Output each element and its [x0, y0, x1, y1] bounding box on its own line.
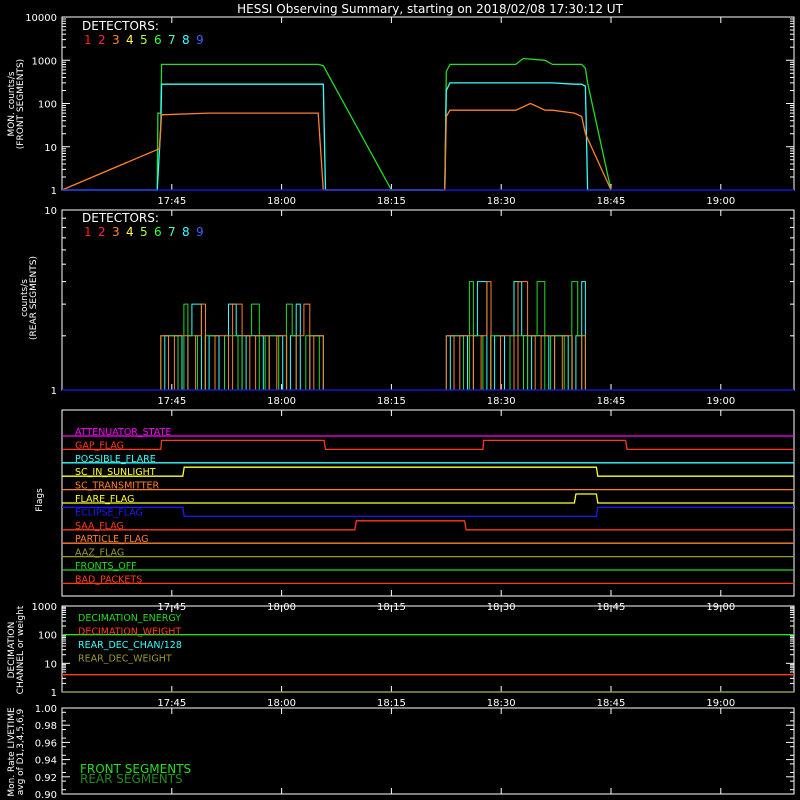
livetime-panel: Mon. Rate LIVETIME avg of D1,3,4,5,6,9 0…: [7, 704, 795, 800]
y-tick-label: 10000: [25, 13, 57, 24]
detector-digit: 6: [154, 225, 162, 239]
flag-trace: [62, 466, 794, 477]
x-tick-label: 18:15: [377, 396, 406, 407]
y-tick-label: 10: [44, 143, 57, 154]
detector-digit: 4: [126, 33, 134, 47]
decimation-legend-item: REAR_DEC_WEIGHT: [78, 654, 172, 665]
flag-trace: [62, 493, 794, 504]
detector-digit: 7: [168, 33, 176, 47]
detector-digit: 5: [140, 33, 148, 47]
y-tick-label: 1: [51, 688, 57, 699]
detector-digit: 3: [112, 225, 120, 239]
y-tick-label: 1: [51, 186, 57, 197]
x-tick-label: 18:45: [597, 396, 626, 407]
y-tick-label: 10: [44, 206, 57, 217]
y-tick-label: 0.90: [35, 790, 57, 800]
flag-trace: [62, 439, 794, 451]
y-tick-label: 0.92: [35, 773, 57, 784]
detector-digit: 5: [140, 225, 148, 239]
front-detector-legend: 123456789: [84, 33, 204, 47]
x-tick-label: 18:00: [267, 396, 296, 407]
front-series-green: [62, 57, 612, 191]
hessi-summary-figure: HESSI Observing Summary, starting on 201…: [7, 2, 795, 800]
x-tick-label: 18:30: [487, 196, 516, 207]
decimation-legend-item: REAR_DEC_CHAN/128: [78, 640, 182, 651]
y-tick-label: 100: [38, 631, 57, 642]
detector-digit: 8: [182, 33, 190, 47]
x-tick-label: 18:45: [597, 196, 626, 207]
figure-title: HESSI Observing Summary, starting on 201…: [237, 2, 623, 16]
y-tick-label: 0.96: [35, 738, 57, 749]
livetime-ylabel2: avg of D1,3,4,5,6,9: [16, 708, 26, 795]
x-tick-label: 17:45: [157, 196, 186, 207]
front-series-orange: [61, 102, 612, 191]
front-ylabel2: (FRONT SEGMENTS): [16, 59, 26, 149]
decimation-legend-item: DECIMATION_ENERGY: [78, 613, 181, 624]
detector-digit: 9: [196, 225, 204, 239]
livetime-legend-item: REAR SEGMENTS: [80, 772, 183, 786]
x-tick-label: 19:00: [706, 396, 735, 407]
detector-digit: 4: [126, 225, 134, 239]
rear-legend-title: DETECTORS:: [82, 211, 159, 225]
y-tick-label: 10: [44, 659, 57, 670]
x-tick-label: 17:45: [157, 698, 186, 709]
detector-digit: 6: [154, 33, 162, 47]
x-tick-label: 18:00: [267, 698, 296, 709]
detector-digit: 3: [112, 33, 120, 47]
front-series-cyan: [62, 82, 611, 191]
detector-digit: 1: [84, 33, 92, 47]
y-tick-label: 1000: [32, 602, 57, 613]
decimation-legend-item: DECIMATION_WEIGHT: [78, 627, 181, 638]
rear-detector-legend: 123456789: [84, 225, 204, 239]
flag-trace: [62, 520, 794, 531]
x-tick-label: 18:30: [487, 698, 516, 709]
y-tick-label: 0.98: [35, 721, 57, 732]
x-tick-label: 18:45: [597, 698, 626, 709]
detector-digit: 8: [182, 225, 190, 239]
x-tick-label: 19:00: [706, 698, 735, 709]
y-tick-label: 1: [51, 386, 57, 397]
x-tick-label: 18:15: [377, 698, 406, 709]
rear-counts-panel: counts/s (REAR SEGMENTS) DETECTORS: 1234…: [20, 206, 795, 407]
detector-digit: 9: [196, 33, 204, 47]
rear-ylabel2: (REAR SEGMENTS): [29, 256, 39, 340]
y-tick-label: 1.00: [35, 704, 57, 715]
x-tick-label: 17:45: [157, 396, 186, 407]
detector-digit: 1: [84, 225, 92, 239]
front-legend-title: DETECTORS:: [82, 19, 159, 33]
y-tick-label: 100: [38, 100, 57, 111]
flag-label: ECLIPSE_FLAG: [75, 507, 143, 518]
flags-panel: Flags 17:45 18:00 18:15 18:30 18:45 19:00ATTE…: [35, 409, 795, 613]
y-tick-label: 0.94: [35, 756, 57, 767]
x-tick-label: 19:00: [706, 196, 735, 207]
x-tick-label: 18:15: [377, 196, 406, 207]
flags-ylabel: Flags: [35, 488, 45, 512]
decimation-panel: DECIMATION CHANNEL or weight 17:45 18:00 1…: [7, 602, 795, 709]
decimation-ylabel2: CHANNEL or weight: [16, 605, 26, 694]
flag-trace: [62, 506, 794, 518]
x-tick-label: 18:00: [267, 196, 296, 207]
detector-digit: 2: [98, 225, 106, 239]
x-tick-label: 18:30: [487, 396, 516, 407]
detector-digit: 2: [98, 33, 106, 47]
detector-digit: 7: [168, 225, 176, 239]
front-counts-panel: MON. counts/s (FRONT SEGMENTS) DETECTORS…: [7, 13, 795, 207]
y-tick-label: 1000: [32, 56, 57, 67]
